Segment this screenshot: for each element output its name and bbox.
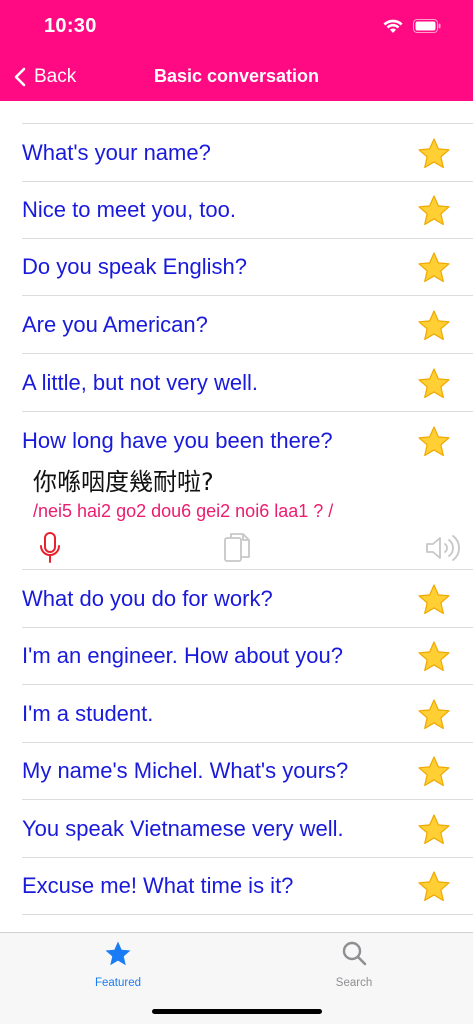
list-item[interactable]: Nice to meet you, too. <box>0 182 473 239</box>
phrase-text: Nice to meet you, too. <box>22 197 236 222</box>
search-icon <box>342 941 367 966</box>
list-item[interactable]: I'm a student. <box>0 686 473 743</box>
microphone-icon[interactable] <box>38 531 62 565</box>
star-icon[interactable] <box>416 424 452 460</box>
star-icon[interactable] <box>416 754 452 790</box>
phrase-text: Are you American? <box>22 312 208 337</box>
tab-search[interactable]: Search <box>294 939 414 991</box>
navigation-header: 10:30 Back Basic conversation <box>0 0 473 101</box>
phrase-text: I'm an engineer. How about you? <box>22 643 343 668</box>
phrase-text: How long have you been there? <box>22 428 333 453</box>
phrase-list[interactable]: What's your name? Nice to meet you, too.… <box>0 101 473 932</box>
phrase-text: My name's Michel. What's yours? <box>22 758 349 783</box>
star-icon[interactable] <box>416 869 452 905</box>
expanded-list-item[interactable]: How long have you been there? 你喺咽度幾耐啦? /… <box>0 412 473 570</box>
list-item[interactable]: You speak Vietnamese very well. <box>0 801 473 858</box>
star-icon[interactable] <box>416 308 452 344</box>
status-icons <box>383 15 441 37</box>
star-icon[interactable] <box>416 366 452 402</box>
star-icon <box>105 941 131 966</box>
star-icon[interactable] <box>416 250 452 286</box>
phrase-text: A little, but not very well. <box>22 370 258 395</box>
divider <box>22 123 473 124</box>
tab-label: Search <box>335 977 373 989</box>
phrase-text: You speak Vietnamese very well. <box>22 816 344 841</box>
phrase-text: What's your name? <box>22 140 211 165</box>
home-indicator <box>152 1009 322 1014</box>
romanization-text: /nei5 hai2 go2 dou6 gei2 noi6 laa1 ? / <box>33 501 334 521</box>
star-icon[interactable] <box>416 193 452 229</box>
tab-featured[interactable]: Featured <box>58 939 178 991</box>
list-item[interactable]: What do you do for work? <box>0 571 473 628</box>
translation-text: 你喺咽度幾耐啦? <box>33 468 214 496</box>
star-icon[interactable] <box>416 639 452 675</box>
tab-label: Featured <box>94 977 142 989</box>
copy-icon[interactable] <box>222 531 252 565</box>
list-item[interactable]: My name's Michel. What's yours? <box>0 743 473 800</box>
phrase-text: I'm a student. <box>22 701 154 726</box>
star-icon[interactable] <box>416 136 452 172</box>
phrase-text: Do you speak English? <box>22 254 248 279</box>
star-icon[interactable] <box>416 812 452 848</box>
list-item[interactable]: Excuse me! What time is it? <box>0 858 473 915</box>
list-item[interactable]: What's your name? <box>0 125 473 182</box>
wifi-icon <box>383 19 403 33</box>
list-item[interactable]: I'm an engineer. How about you? <box>0 628 473 685</box>
battery-icon <box>413 19 441 33</box>
phrase-text: Excuse me! What time is it? <box>22 873 294 898</box>
star-icon[interactable] <box>416 582 452 618</box>
status-time: 10:30 <box>44 15 97 37</box>
page-title: Basic conversation <box>153 66 320 86</box>
star-icon[interactable] <box>416 697 452 733</box>
list-item[interactable]: A little, but not very well. <box>0 355 473 412</box>
list-item[interactable]: Do you speak English? <box>0 239 473 296</box>
speaker-icon[interactable] <box>424 533 460 563</box>
list-item[interactable]: Are you American? <box>0 297 473 354</box>
phrase-text: What do you do for work? <box>22 586 273 611</box>
